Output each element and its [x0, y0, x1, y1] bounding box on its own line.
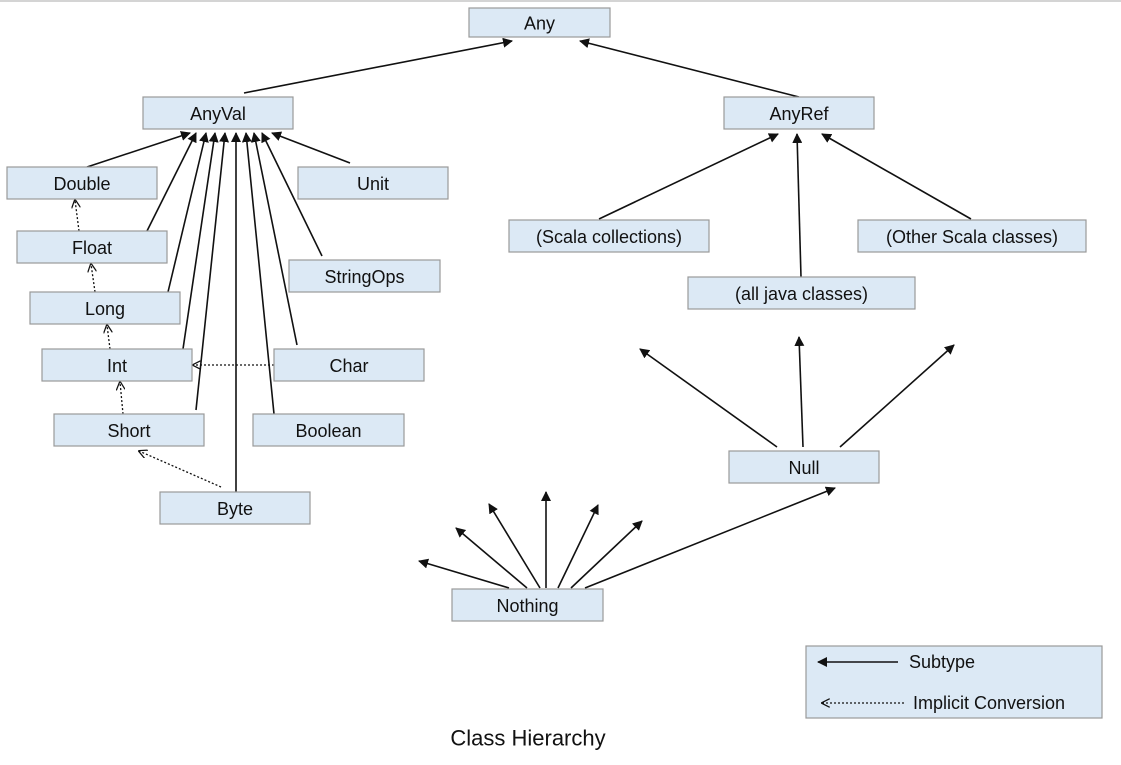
- edge-short-anyval: [195, 132, 230, 411]
- edge-null-java-classes: [794, 336, 805, 448]
- edge-null-other-scala: [839, 344, 955, 448]
- edge-long-anyval: [167, 132, 209, 293]
- node-label: AnyVal: [190, 104, 246, 124]
- legend-subtype-label: Subtype: [909, 652, 975, 672]
- node-scala-collections: (Scala collections): [508, 219, 710, 253]
- node-label: AnyRef: [769, 104, 829, 124]
- node-nothing: Nothing: [451, 588, 604, 622]
- node-stringops: StringOps: [288, 259, 441, 293]
- node-label: Null: [788, 458, 819, 478]
- diagram-caption: Class Hierarchy: [450, 726, 605, 751]
- legend: Subtype Implicit Conversion: [805, 645, 1103, 719]
- edge-anyval-any: [243, 37, 513, 94]
- edge-byte-short-implicit: [139, 451, 222, 488]
- node-anyref: AnyRef: [723, 96, 875, 130]
- edge-other-scala-anyref: [821, 133, 972, 220]
- edge-nothing-null: [584, 486, 836, 589]
- edge-nothing-6: [570, 520, 643, 589]
- node-double: Double: [6, 166, 158, 200]
- edge-long-float-implicit: [91, 264, 95, 293]
- node-label: (Other Scala classes): [886, 227, 1058, 247]
- node-byte: Byte: [159, 491, 311, 525]
- node-label: Int: [107, 356, 127, 376]
- node-unit: Unit: [297, 166, 449, 200]
- edge-unit-anyval: [271, 131, 351, 164]
- node-label: Short: [107, 421, 150, 441]
- node-short: Short: [53, 413, 205, 447]
- node-null: Null: [728, 450, 880, 484]
- node-float: Float: [16, 230, 168, 264]
- node-boolean: Boolean: [252, 413, 405, 447]
- node-label: Double: [53, 174, 110, 194]
- node-anyval: AnyVal: [142, 96, 294, 130]
- edge-null-scala-collections: [639, 348, 778, 448]
- node-other-scala: (Other Scala classes): [857, 219, 1087, 253]
- edge-anyref-any: [579, 38, 800, 98]
- edge-int-long-implicit: [107, 325, 110, 350]
- class-hierarchy-diagram: Any AnyVal AnyRef Double Unit Float StringOps L…: [6, 7, 1103, 751]
- node-label: StringOps: [324, 267, 404, 287]
- node-label: Any: [524, 14, 555, 34]
- node-int: Int: [41, 348, 193, 382]
- node-label: Nothing: [496, 596, 558, 616]
- node-long: Long: [29, 291, 181, 325]
- node-label: Unit: [357, 174, 389, 194]
- edge-java-classes-anyref: [792, 133, 803, 278]
- edge-double-anyval: [86, 131, 191, 168]
- edge-nothing-2: [455, 527, 528, 589]
- node-label: Float: [72, 238, 112, 258]
- edge-nothing-1: [418, 558, 510, 589]
- edge-char-anyval: [250, 132, 298, 346]
- edge-nothing-5: [557, 504, 599, 589]
- node-any: Any: [468, 7, 611, 38]
- node-label: Byte: [217, 499, 253, 519]
- edge-scala-collections-anyref: [598, 133, 779, 220]
- node-label: Char: [329, 356, 368, 376]
- node-char: Char: [273, 348, 425, 382]
- node-label: Long: [85, 299, 125, 319]
- node-java-classes: (all java classes): [687, 276, 916, 310]
- legend-implicit-label: Implicit Conversion: [913, 693, 1065, 713]
- edge-float-double-implicit: [75, 200, 79, 232]
- node-label: Boolean: [295, 421, 361, 441]
- edge-boolean-anyval: [241, 132, 275, 415]
- node-label: (Scala collections): [536, 227, 682, 247]
- node-label: (all java classes): [735, 284, 868, 304]
- edge-short-int-implicit: [120, 382, 123, 415]
- edge-nothing-3: [488, 503, 541, 589]
